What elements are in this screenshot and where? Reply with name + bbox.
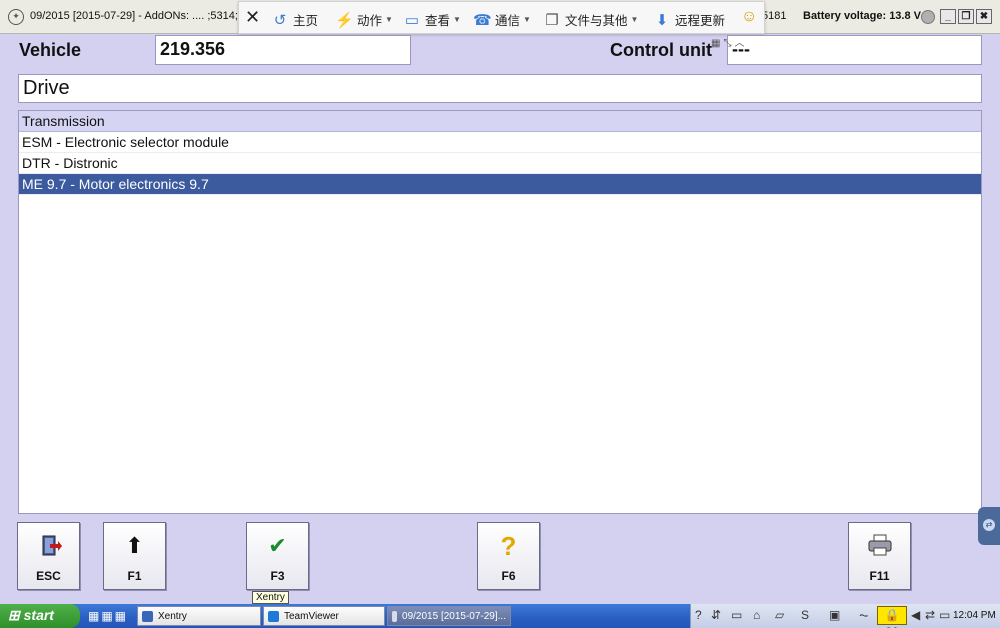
quick-launch-icons[interactable]: ▦▦▦ xyxy=(88,609,128,623)
chevron-down-icon: ▼ xyxy=(453,15,461,24)
control-unit-field: --- xyxy=(727,35,982,65)
taskbar-item-label: Xentry xyxy=(158,610,187,622)
f3-button[interactable]: ✔ F3 xyxy=(246,522,309,590)
cable-icon[interactable]: ⏦ xyxy=(859,608,869,623)
battery-gauge-icon xyxy=(921,10,935,24)
esc-label: ESC xyxy=(36,569,61,583)
toolbar-actions-label: 动作 xyxy=(357,14,383,28)
printer-icon xyxy=(849,533,910,563)
f6-label: F6 xyxy=(501,569,516,583)
xentry-icon xyxy=(142,610,153,622)
teamviewer-icon xyxy=(268,610,279,622)
help-icon: ? xyxy=(500,531,517,561)
checkmark-icon: ✔ xyxy=(268,533,287,558)
toolbar-comm[interactable]: ☎ 通信 ▼ xyxy=(473,10,531,29)
exit-door-icon xyxy=(18,533,79,565)
mini-toolbar-icons[interactable]: ▦⤡︿ xyxy=(711,34,747,49)
taskbar-item-teamviewer[interactable]: TeamViewer xyxy=(263,606,385,626)
toolbar-files-label: 文件与其他 xyxy=(565,14,628,28)
toolbar-remote-update[interactable]: ⬇ 远程更新 xyxy=(653,10,725,29)
toolbar-close-icon[interactable]: ✕ xyxy=(245,7,260,28)
system-tray: ? ⇵ ▭ ⌂ ▱ S ▣ ⏦ 🔒21 ◀ ⇄ ▭ 12:04 PM xyxy=(690,604,1000,628)
clock: 12:04 PM xyxy=(953,610,996,621)
teamviewer-icon: ⇄ xyxy=(983,519,995,531)
connector-icon[interactable]: S xyxy=(801,608,809,622)
tooltip: Xentry xyxy=(252,591,289,604)
start-button[interactable]: ⊞ start xyxy=(0,604,80,628)
section-title: Drive xyxy=(18,74,982,103)
battery-voltage: Battery voltage: 13.8 V xyxy=(803,10,921,22)
toolbar-view[interactable]: ▭ 查看 ▼ xyxy=(403,10,461,29)
close-button[interactable]: ✖ xyxy=(976,9,992,24)
taskbar-item-label: TeamViewer xyxy=(284,610,339,622)
restore-button[interactable]: ❐ xyxy=(958,9,974,24)
list-item-selected[interactable]: ME 9.7 - Motor electronics 9.7 xyxy=(19,174,981,195)
title-fragment: 5181 xyxy=(762,10,787,22)
toolbar-files[interactable]: ❐ 文件与其他 ▼ xyxy=(543,10,638,29)
window-title: 09/2015 [2015-07-29] - AddONs: .... ;531… xyxy=(30,10,251,22)
f11-label: F11 xyxy=(869,569,890,583)
home-icon: ↺ xyxy=(273,11,287,29)
file-icon: ❐ xyxy=(545,11,559,29)
vehicle-field: 219.356 xyxy=(155,35,411,65)
help-icon[interactable]: ? xyxy=(695,608,702,622)
device-icon[interactable]: ▣ xyxy=(829,608,840,622)
taskbar-item-xentry[interactable]: Xentry xyxy=(137,606,261,626)
list-group-header: Transmission xyxy=(19,111,981,132)
f1-button[interactable]: ⬆ F1 xyxy=(103,522,166,590)
teamviewer-tray-icon[interactable]: ⇄ xyxy=(925,608,935,622)
chevron-down-icon: ▼ xyxy=(385,15,393,24)
laptop-icon[interactable]: ▱ xyxy=(775,608,784,622)
start-label: start xyxy=(23,607,54,623)
list-item[interactable]: ESM - Electronic selector module xyxy=(19,132,981,153)
remote-toolbar: ✕ ↺ 主页 ⚡ 动作 ▼ ▭ 查看 ▼ ☎ 通信 ▼ ❐ 文件与其他 ▼ ⬇ … xyxy=(238,1,765,34)
smiley-icon[interactable]: ☺ xyxy=(741,8,757,26)
toolbar-home-label: 主页 xyxy=(293,14,319,28)
f3-label: F3 xyxy=(270,569,285,583)
toolbar-home[interactable]: ↺ 主页 xyxy=(271,10,318,29)
list-item[interactable]: DTR - Distronic xyxy=(19,153,981,174)
chevron-down-icon: ▼ xyxy=(630,15,639,24)
taskbar-item-label: 09/2015 [2015-07-29]... xyxy=(402,610,506,622)
monitor-icon[interactable]: ▭ xyxy=(731,608,742,622)
windows-flag-icon: ⊞ xyxy=(8,607,20,623)
arrow-up-icon: ⬆ xyxy=(125,533,144,558)
home-icon[interactable]: ⌂ xyxy=(753,608,760,622)
monitor-icon: ▭ xyxy=(404,11,420,29)
lock-count-badge[interactable]: 🔒21 xyxy=(877,606,907,628)
control-unit-label: Control unit xyxy=(610,40,712,60)
chevron-down-icon: ▼ xyxy=(523,15,531,24)
esc-button[interactable]: ESC xyxy=(17,522,80,590)
f11-button[interactable]: F11 xyxy=(848,522,911,590)
download-icon: ⬇ xyxy=(655,11,669,29)
taskbar-item-xentry-session[interactable]: 09/2015 [2015-07-29]... xyxy=(387,606,511,626)
display-icon[interactable]: ▭ xyxy=(939,608,950,622)
back-icon[interactable]: ◀ xyxy=(911,608,920,622)
minimize-button[interactable]: _ xyxy=(940,9,956,24)
control-unit-list: Transmission ESM - Electronic selector m… xyxy=(18,110,982,514)
mercedes-star-icon xyxy=(392,610,398,622)
lightning-icon: ⚡ xyxy=(335,11,354,29)
mercedes-star-icon: ✦ xyxy=(8,9,24,25)
network-icon[interactable]: ⇵ xyxy=(711,608,721,622)
toolbar-comm-label: 通信 xyxy=(495,14,521,28)
taskbar: ⊞ start ▦▦▦ Xentry TeamViewer 09/2015 [2… xyxy=(0,604,1000,628)
vehicle-label: Vehicle xyxy=(19,40,82,60)
phone-icon: ☎ xyxy=(473,11,492,29)
f1-label: F1 xyxy=(127,569,142,583)
f6-button[interactable]: ? F6 xyxy=(477,522,540,590)
toolbar-remote-update-label: 远程更新 xyxy=(675,14,726,28)
lock-icon: 🔒 xyxy=(884,608,900,622)
toolbar-view-label: 查看 xyxy=(425,14,451,28)
teamviewer-side-tab[interactable]: ⇄ xyxy=(978,507,1000,545)
toolbar-actions[interactable]: ⚡ 动作 ▼ xyxy=(335,10,393,29)
